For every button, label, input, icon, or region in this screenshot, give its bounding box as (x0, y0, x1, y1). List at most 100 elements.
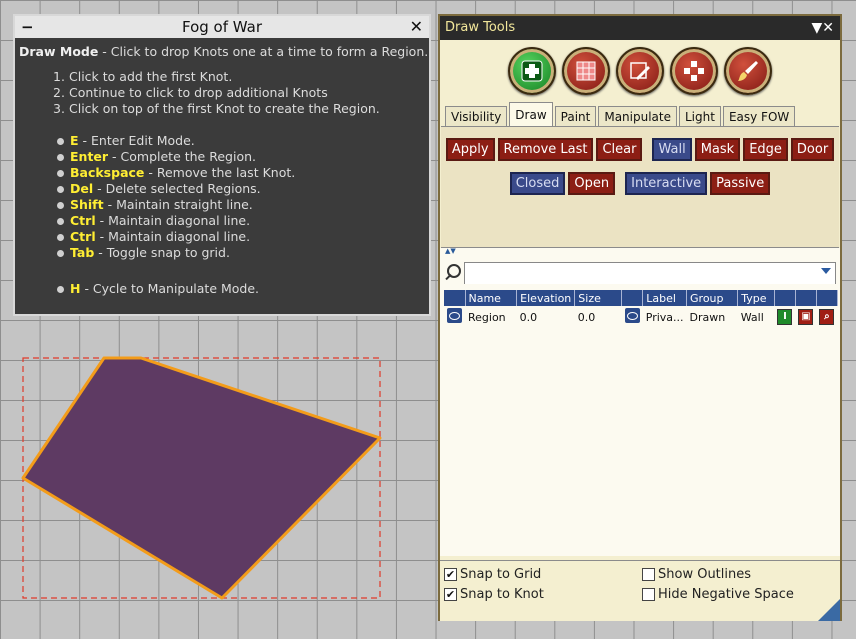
table-header: Name Elevation Size Label Group Type (444, 290, 839, 306)
door-button[interactable]: Door (790, 138, 835, 161)
shortcut-text: - Maintain diagonal line. (95, 229, 251, 244)
column-header[interactable]: Group (686, 290, 739, 306)
column-header[interactable]: Label (642, 290, 688, 306)
shortcut-key: Backspace (70, 165, 145, 180)
label-eye-icon[interactable] (624, 308, 640, 323)
column-header[interactable]: Type (737, 290, 775, 306)
window-controls-icon[interactable]: ▼✕ (812, 16, 835, 40)
brush-icon[interactable] (724, 47, 772, 95)
list-item: 3. Click on top of the first Knot to crea… (53, 101, 429, 117)
column-header[interactable]: Name (465, 290, 518, 306)
draw-titlebar[interactable]: Draw Tools ▼✕ (440, 16, 840, 40)
draw-tools-panel: Draw Tools ▼✕ Visibility Draw Paint Manipul… (438, 14, 842, 621)
info-cell[interactable]: I (774, 306, 795, 328)
label-visibility-cell[interactable] (622, 306, 643, 328)
step-text: Click to add the first Knot. (69, 69, 233, 84)
column-header[interactable] (816, 290, 839, 306)
passive-button[interactable]: Passive (710, 172, 771, 195)
splitter-handle[interactable] (440, 247, 840, 260)
fog-titlebar[interactable]: − Fog of War ✕ (15, 16, 429, 38)
step-number: 3. (53, 101, 65, 116)
shortcut-text: - Maintain straight line. (103, 197, 253, 212)
paint-grid-icon[interactable] (562, 47, 610, 95)
search-row (440, 260, 840, 286)
edge-button[interactable]: Edge (743, 138, 788, 161)
clear-button[interactable]: Clear (596, 138, 643, 161)
list-item: Del - Delete selected Regions. (57, 181, 429, 197)
draw-tab-body: Apply Remove Last Clear Wall Mask Edge Door Cl… (441, 126, 839, 248)
hide-negative-checkbox[interactable] (642, 588, 655, 601)
shortcut-key: Ctrl (70, 213, 96, 228)
wall-button[interactable]: Wall (652, 138, 692, 161)
column-header[interactable]: Size (574, 290, 623, 306)
remove-last-button[interactable]: Remove Last (497, 138, 594, 161)
tool-icon-row (440, 40, 840, 102)
column-header[interactable] (621, 290, 644, 306)
shortcut-list: E - Enter Edit Mode. Enter - Complete the… (15, 117, 429, 297)
tab-easy-fow[interactable]: Easy FOW (722, 106, 796, 126)
shortcut-text: - Toggle snap to grid. (94, 245, 230, 260)
options-bar: ✔ Snap to Grid ✔ Snap to Knot Show Outli… (440, 560, 840, 621)
hide-negative-label: Hide Negative Space (658, 587, 794, 602)
zoom-cell[interactable]: ⌕ (816, 306, 837, 328)
info-icon[interactable]: I (777, 309, 793, 325)
closed-button[interactable]: Closed (509, 172, 566, 195)
snap-grid-option[interactable]: ✔ Snap to Grid (444, 567, 541, 582)
visibility-eye-icon[interactable] (447, 308, 462, 323)
step-text: Continue to click to drop additional Kno… (69, 85, 328, 100)
snap-knot-option[interactable]: ✔ Snap to Knot (444, 587, 544, 602)
search-icon[interactable] (444, 263, 464, 283)
tab-manipulate[interactable]: Manipulate (598, 106, 677, 126)
chevron-down-icon[interactable] (821, 268, 831, 274)
snap-knot-checkbox[interactable]: ✔ (444, 588, 457, 601)
show-outlines-option[interactable]: Show Outlines (642, 567, 751, 582)
fog-of-war-panel: − Fog of War ✕ Draw Mode - Click to drop… (13, 14, 431, 316)
tab-paint[interactable]: Paint (554, 106, 597, 126)
tab-visibility[interactable]: Visibility (445, 106, 508, 126)
cell-type: Wall (740, 310, 764, 324)
interactive-button[interactable]: Interactive (625, 172, 708, 195)
show-outlines-label: Show Outlines (658, 567, 752, 582)
show-outlines-checkbox[interactable] (642, 568, 655, 581)
tab-draw[interactable]: Draw (509, 102, 553, 126)
hide-negative-option[interactable]: Hide Negative Space (642, 587, 794, 602)
search-field[interactable] (464, 262, 836, 284)
list-item: Ctrl - Maintain diagonal line. (57, 213, 429, 229)
lock-icon[interactable]: ▣ (798, 309, 814, 325)
mode-button-row: Closed Open Interactive Passive (441, 172, 839, 195)
mask-button[interactable]: Mask (694, 138, 741, 161)
add-region-icon[interactable] (508, 47, 556, 95)
step-number: 1. (53, 69, 65, 84)
visibility-cell[interactable] (444, 306, 465, 328)
table-row[interactable]: Region 0.0 0.0 Priva... Drawn Wall I ▣ ⌕ (444, 306, 838, 328)
minimize-icon[interactable]: − (21, 16, 34, 38)
region-polygon[interactable] (21, 356, 382, 600)
list-item: E - Enter Edit Mode. (57, 133, 429, 149)
column-header[interactable] (795, 290, 817, 306)
magnify-icon[interactable]: ⌕ (819, 309, 835, 325)
shortcut-text: - Maintain diagonal line. (95, 213, 251, 228)
list-item: Ctrl - Maintain diagonal line. (57, 229, 429, 245)
shortcut-key: H (70, 281, 81, 296)
close-icon[interactable]: ✕ (410, 16, 423, 38)
tab-light[interactable]: Light (679, 106, 721, 126)
cell-group: Drawn (689, 310, 726, 324)
scatter-grid-icon[interactable] (670, 47, 718, 95)
resize-grip-icon[interactable] (818, 599, 840, 621)
lock-cell[interactable]: ▣ (795, 306, 816, 328)
search-input[interactable] (465, 264, 835, 284)
cell-size: 0.0 (577, 310, 596, 324)
column-header[interactable] (444, 290, 466, 306)
region-table: Name Elevation Size Label Group Type Region 0.… (444, 290, 839, 328)
shortcut-key: E (70, 133, 79, 148)
list-item: 1. Click to add the first Knot. (53, 69, 429, 85)
apply-button[interactable]: Apply (445, 138, 495, 161)
column-header[interactable] (774, 290, 796, 306)
shortcut-key: Ctrl (70, 229, 96, 244)
edit-draw-icon[interactable] (616, 47, 664, 95)
list-item: Enter - Complete the Region. (57, 149, 429, 165)
mode-description: - Click to drop Knots one at a time to f… (98, 44, 429, 59)
open-button[interactable]: Open (568, 172, 616, 195)
column-header[interactable]: Elevation (516, 290, 576, 306)
snap-grid-checkbox[interactable]: ✔ (444, 568, 457, 581)
